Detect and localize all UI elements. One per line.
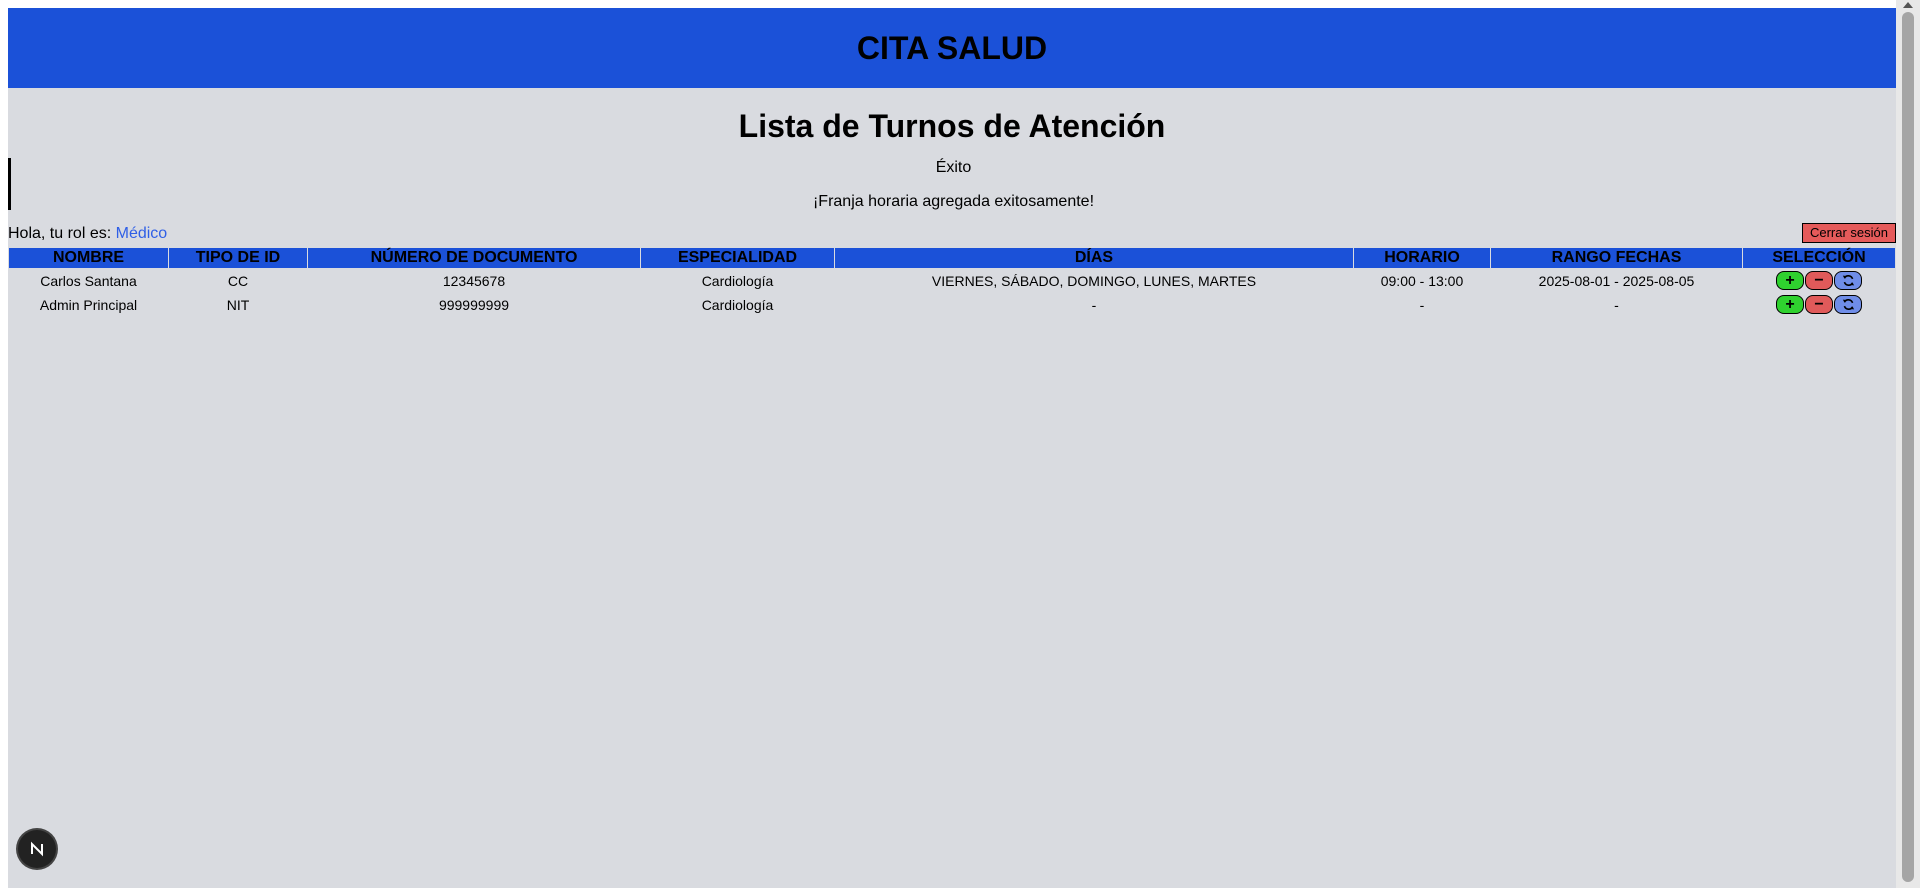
cell-horario: - [1419,296,1425,313]
refresh-icon [1842,275,1854,286]
alert-message: ¡Franja horaria agregada exitosamente! [812,193,1095,210]
cell-seleccion: + − [1743,293,1895,316]
add-button[interactable]: + [1776,271,1804,290]
cell-tipo-id: CC [227,272,249,289]
column-header: SELECCIÓN [1743,248,1895,268]
remove-button[interactable]: − [1805,295,1833,314]
turnos-table: NOMBRE TIPO DE ID NÚMERO DE DOCUMENTO ES… [8,247,1896,317]
page-title: Lista de Turnos de Atención [738,108,1166,144]
table-header-row: NOMBRE TIPO DE ID NÚMERO DE DOCUMENTO ES… [9,248,1895,268]
cell-nombre: Admin Principal [39,296,138,313]
cell-documento: 12345678 [442,272,506,289]
cell-rango-fechas: 2025-08-01 - 2025-08-05 [1538,272,1695,289]
cell-seleccion: + − [1743,269,1895,292]
cell-nombre: Carlos Santana [40,272,137,289]
column-header: DÍAS [835,248,1353,268]
page-container: CITA SALUD Lista de Turnos de Atención É… [8,8,1896,888]
cell-dias: VIERNES, SÁBADO, DOMINGO, LUNES, MARTES [931,272,1257,289]
cell-tipo-id: NIT [226,296,250,313]
logout-button[interactable]: Cerrar sesión [1801,223,1896,243]
column-header: HORARIO [1354,248,1490,268]
column-header: NOMBRE [9,248,168,268]
add-button[interactable]: + [1776,295,1804,314]
row-actions: + − [1776,295,1862,314]
cell-rango-fechas: - [1614,296,1619,313]
success-alert: Éxito ¡Franja horaria agregada exitosame… [8,158,1896,210]
column-header: TIPO DE ID [169,248,307,268]
vertical-scrollbar[interactable] [1896,0,1920,888]
column-header: ESPECIALIDAD [641,248,834,268]
nextjs-logo-icon [31,841,43,857]
user-bar: Hola, tu rol es: Médico Cerrar sesión [8,223,1896,244]
app-header: CITA SALUD [8,8,1896,88]
cell-documento: 999999999 [438,296,510,313]
remove-button[interactable]: − [1805,271,1833,290]
scroll-up-arrow-icon[interactable] [1903,2,1913,8]
cell-horario: 09:00 - 13:00 [1380,272,1464,289]
scroll-thumb[interactable] [1902,12,1914,882]
refresh-button[interactable] [1834,295,1862,314]
role-label: Hola, tu rol es: [8,225,116,242]
role-greeting: Hola, tu rol es: Médico [8,224,167,244]
table-row: Admin Principal NIT 999999999 Cardiologí… [9,293,1895,316]
row-actions: + − [1776,271,1862,290]
refresh-icon [1842,299,1854,310]
role-value: Médico [115,225,168,242]
table-row: Carlos Santana CC 12345678 Cardiología V… [9,269,1895,292]
nextjs-dev-badge[interactable] [18,830,56,868]
cell-especialidad: Cardiología [701,296,774,313]
refresh-button[interactable] [1834,271,1862,290]
column-header: NÚMERO DE DOCUMENTO [308,248,640,268]
cell-dias: - [1091,296,1097,313]
column-header: RANGO FECHAS [1491,248,1742,268]
alert-title: Éxito [935,159,972,176]
app-title: CITA SALUD [856,29,1048,66]
cell-especialidad: Cardiología [701,272,774,289]
